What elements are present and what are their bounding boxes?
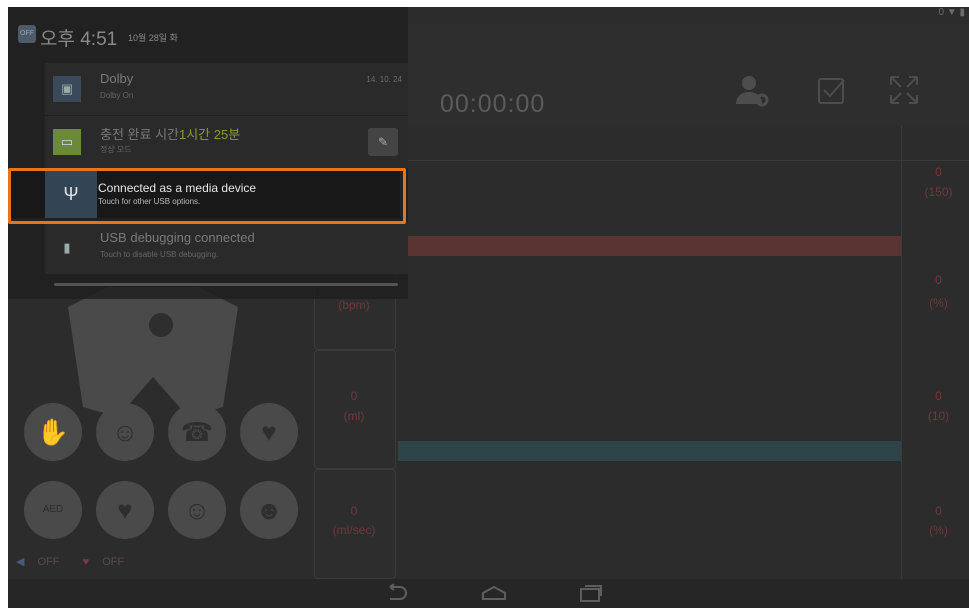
notification-charging[interactable]: ▭ 충전 완료 시간1시간 25분 정상 모드 ✎	[45, 116, 408, 168]
measurement-value: 0	[935, 504, 942, 518]
notification-subtitle: 정상 모드	[100, 145, 132, 154]
column-header	[398, 126, 969, 161]
heart-toggle-label: OFF	[102, 556, 125, 568]
breath-icon[interactable]: ☻	[240, 481, 298, 539]
notification-title: USB debugging connected	[100, 230, 255, 245]
heart-toggle[interactable]: ♥ OFF	[83, 556, 135, 568]
heart-shock-icon[interactable]: ♥	[96, 481, 154, 539]
fullscreen-icon[interactable]	[888, 74, 920, 112]
measurement-value: 0	[350, 389, 358, 403]
power-saving-icon[interactable]: ✎	[368, 128, 398, 156]
waveform-bar-teal	[398, 441, 901, 461]
aed-button[interactable]: AED	[24, 481, 82, 539]
charging-time-highlight: 1시간 25분	[178, 127, 241, 142]
notification-title: Dolby	[100, 71, 134, 86]
notification-dolby[interactable]: ▣ Dolby Dolby On 14. 10. 24	[45, 63, 408, 115]
voice-toggle-label: OFF	[37, 556, 60, 568]
measurement-unit: (ml)	[343, 409, 365, 423]
speaker-icon: ◀	[16, 556, 25, 568]
measurement-value: 0	[350, 504, 358, 518]
measurement-unit: (10)	[927, 409, 950, 423]
timer-display: 00:00:00	[440, 90, 546, 118]
shade-date: 10월 28일 화	[128, 33, 178, 43]
waveform-bar-red	[398, 236, 901, 256]
sos-call-icon[interactable]: ☎	[168, 403, 226, 461]
measurement-value: 0	[935, 165, 942, 179]
voice-toggle[interactable]: ◀ OFF	[16, 556, 70, 568]
home-icon[interactable]	[480, 583, 508, 607]
notification-title: 충전 완료 시간1시간 25분	[100, 124, 240, 143]
aed-label: AED	[42, 504, 64, 515]
measurement-unit: (150)	[924, 185, 953, 199]
recovery-icon[interactable]: ☺	[168, 481, 226, 539]
back-icon[interactable]	[384, 583, 410, 607]
measurement-unit: (%)	[929, 523, 948, 537]
highlight-box	[8, 168, 406, 224]
notification-subtitle: Dolby On	[100, 91, 134, 100]
notification-subtitle: Touch to disable USB debugging.	[100, 250, 219, 259]
notification-usb-debugging[interactable]: ▮ USB debugging connected Touch to disab…	[45, 222, 408, 274]
measurement-unit: (bpm)	[338, 298, 370, 312]
navigation-bar	[8, 579, 969, 608]
device-screen: 0 ▼ ▮ 00:00:00 (bpm) 0 (ml) 0 (ml/sec) 0…	[8, 7, 969, 608]
shade-time: 오후 4:51	[40, 29, 118, 50]
notification-time: 14. 10. 24	[366, 75, 402, 84]
measurement-unit: (ml/sec)	[332, 523, 376, 537]
user-settings-icon[interactable]	[734, 72, 770, 114]
heart-icon: ♥	[82, 556, 90, 568]
airway-icon[interactable]: ☺	[96, 403, 154, 461]
measurement-value: 0	[935, 273, 942, 287]
debug-icon: ▮	[63, 240, 71, 255]
status-icons: 0 ▼ ▮	[938, 7, 965, 18]
recent-apps-icon[interactable]	[578, 583, 604, 607]
divider	[901, 126, 902, 596]
quick-settings-icon[interactable]: OFF	[18, 25, 36, 43]
measurement-unit: (%)	[929, 296, 948, 310]
dolby-icon: ▣	[53, 76, 81, 102]
charging-title: 충전 완료 시간	[100, 127, 179, 142]
shade-handle[interactable]	[54, 283, 398, 286]
measurement-value: 0	[935, 389, 942, 403]
pulse-check-icon[interactable]: ♥	[240, 403, 298, 461]
notification-shade: OFF 오후 4:51 10월 28일 화 ▣ Dolby Dolby On 1…	[8, 7, 408, 299]
checkbox-icon[interactable]	[816, 74, 848, 112]
cpr-icon[interactable]: ✋	[24, 403, 82, 461]
toggle-row: ◀ OFF ♥ OFF	[16, 555, 144, 568]
battery-icon: ▭	[53, 129, 81, 155]
